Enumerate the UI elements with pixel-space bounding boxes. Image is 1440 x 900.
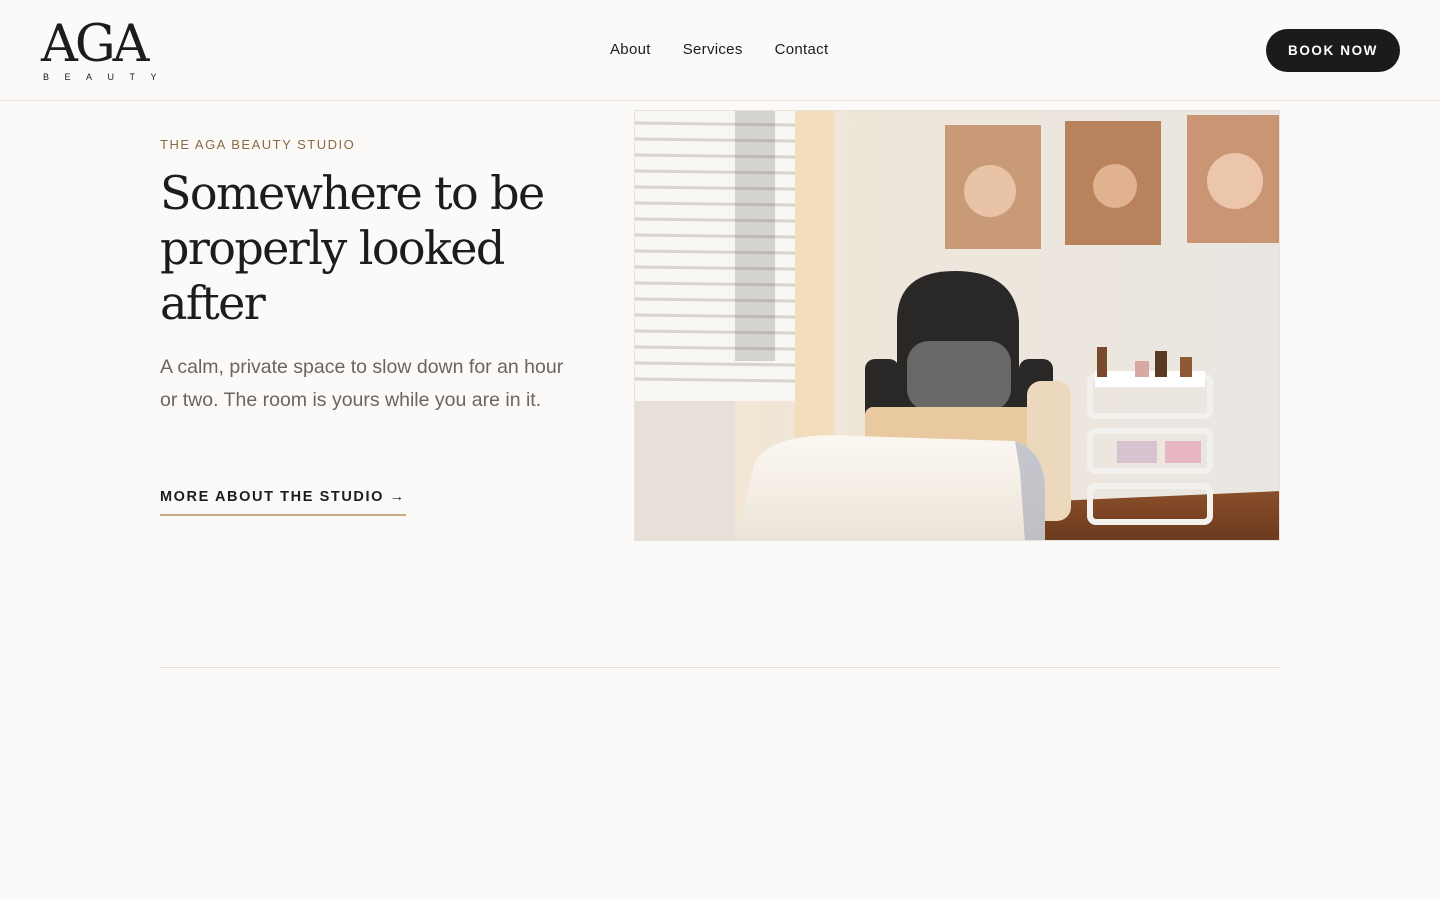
hero-title: Somewhere to be properly looked after [160,166,545,330]
hero-eyebrow: THE AGA BEAUTY STUDIO [160,137,356,152]
hero-description: A calm, private space to slow down for a… [160,356,564,411]
main-nav: About Services Contact [610,40,828,60]
brand-logo[interactable]: AGA BEAUTY [41,15,173,84]
more-about-studio-link[interactable]: MORE ABOUT THE STUDIO → [160,488,406,516]
nav-link-services[interactable]: Services [683,40,743,60]
site-header: AGA BEAUTY About Services Contact BOOK N… [0,0,1440,101]
studio-room-photo [634,110,1280,541]
more-link-label: MORE ABOUT THE STUDIO [160,489,384,505]
arrow-right-icon: → [389,489,406,505]
logo-wordmark: AGA [41,15,149,74]
nav-link-contact[interactable]: Contact [775,40,829,60]
logo-tagline: BEAUTY [43,72,173,82]
section-divider [160,667,1280,668]
book-now-button[interactable]: BOOK NOW [1266,29,1400,72]
nav-link-about[interactable]: About [610,40,651,60]
